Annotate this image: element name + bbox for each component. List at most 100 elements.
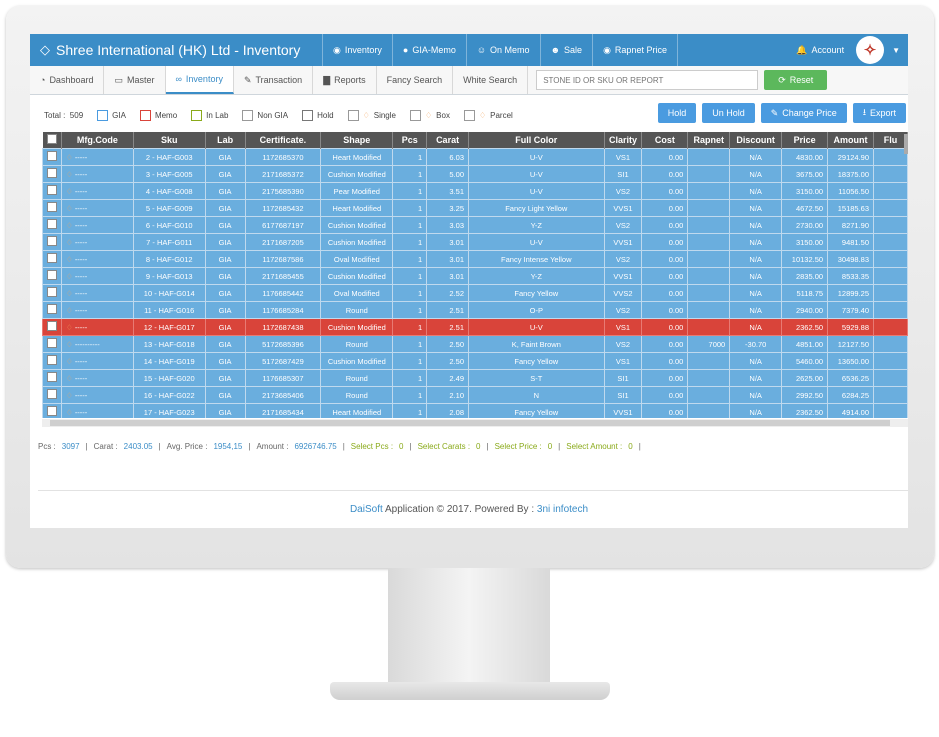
hold-button[interactable]: Hold xyxy=(657,103,697,123)
filter-single[interactable]: ♢ Single xyxy=(347,109,396,121)
filter-gia[interactable]: GIA xyxy=(97,109,126,121)
row-select-cell[interactable] xyxy=(42,318,62,336)
scrollbar-thumb[interactable] xyxy=(50,420,890,426)
checkbox[interactable] xyxy=(242,109,254,121)
reset-button[interactable]: ⟳ Reset xyxy=(764,70,828,90)
table-row[interactable]: ♢ ----- 12 - HAF-G017 GIA 1172687438 Cushion… xyxy=(42,318,908,336)
tab-master[interactable]: ▭ Master xyxy=(104,66,166,94)
select-all-header[interactable] xyxy=(42,132,62,149)
table-row[interactable]: ♢ ----- 8 - HAF-G012 GIA 1172687586 Oval Mod… xyxy=(42,250,908,268)
filter-hold[interactable]: Hold xyxy=(302,109,334,121)
tab-inventory[interactable]: ∞ Inventory xyxy=(165,66,234,94)
tab-fancy-search[interactable]: Fancy Search xyxy=(377,66,454,94)
filter-box[interactable]: ♢ Box xyxy=(409,109,450,121)
column-header-amount[interactable]: Amount xyxy=(827,132,875,149)
un-hold-button[interactable]: Un Hold xyxy=(702,103,755,123)
row-checkbox[interactable] xyxy=(47,321,57,331)
row-checkbox[interactable] xyxy=(47,355,57,365)
row-checkbox[interactable] xyxy=(47,287,57,297)
row-checkbox[interactable] xyxy=(47,304,57,314)
column-header-full-color[interactable]: Full Color xyxy=(468,132,605,149)
filter-memo[interactable]: Memo xyxy=(139,109,177,121)
vertical-scrollbar[interactable] xyxy=(904,134,908,154)
column-header-clarity[interactable]: Clarity xyxy=(604,132,643,149)
column-header-discount[interactable]: Discount xyxy=(729,132,783,149)
horizontal-scrollbar[interactable] xyxy=(42,419,908,427)
checkbox[interactable] xyxy=(409,109,421,121)
row-select-cell[interactable] xyxy=(42,216,62,234)
column-header-pcs[interactable]: Pcs xyxy=(392,132,428,149)
table-row[interactable]: ♢ ---------- 13 - HAF-G018 GIA 5172685396 Ro… xyxy=(42,335,908,353)
column-header-price[interactable]: Price xyxy=(781,132,829,149)
row-select-cell[interactable] xyxy=(42,233,62,251)
checkbox[interactable] xyxy=(139,109,151,121)
table-row[interactable]: ♢ ----- 3 - HAF-G005 GIA 2171685372 Cushion … xyxy=(42,165,908,183)
topnav-item-rapnet-price[interactable]: ◉ Rapnet Price xyxy=(592,34,678,66)
table-row[interactable]: ♢ ----- 17 - HAF-G023 GIA 2171685434 Heart M… xyxy=(42,403,908,418)
checkbox[interactable] xyxy=(97,109,109,121)
tab-reports[interactable]: ▇ Reports xyxy=(313,66,377,94)
topnav-item-sale[interactable]: ☻ Sale xyxy=(539,34,593,66)
tab-dashboard[interactable]: ◔ Dashboard xyxy=(30,66,105,94)
row-select-cell[interactable] xyxy=(42,284,62,302)
row-checkbox[interactable] xyxy=(47,338,57,348)
table-row[interactable]: ♢ ----- 16 - HAF-G022 GIA 2173685406 Round 1 2… xyxy=(42,386,908,404)
row-checkbox[interactable] xyxy=(47,236,57,246)
column-header-sku[interactable]: Sku xyxy=(133,132,206,149)
table-row[interactable]: ♢ ----- 2 - HAF-G003 GIA 1172685370 Heart Mo… xyxy=(42,148,908,166)
account-menu[interactable]: 🔔 Account ✧ ▼ xyxy=(796,34,908,66)
row-checkbox[interactable] xyxy=(47,406,57,416)
row-select-cell[interactable] xyxy=(42,182,62,200)
table-row[interactable]: ♢ ----- 5 - HAF-G009 GIA 1172685432 Heart Mo… xyxy=(42,199,908,217)
column-header-carat[interactable]: Carat xyxy=(426,132,469,149)
table-row[interactable]: ♢ ----- 9 - HAF-G013 GIA 2171685455 Cushion … xyxy=(42,267,908,285)
filter-parcel[interactable]: ♢ Parcel xyxy=(463,109,513,121)
checkbox[interactable] xyxy=(302,109,314,121)
row-checkbox[interactable] xyxy=(47,372,57,382)
row-select-cell[interactable] xyxy=(42,403,62,418)
footer-company-link[interactable]: 3ni infotech xyxy=(537,504,588,515)
export-button[interactable]: ⭳ Export xyxy=(852,103,906,123)
table-row[interactable]: ♢ ----- 11 - HAF-G016 GIA 1176685284 Round 1 2… xyxy=(42,301,908,319)
checkbox[interactable] xyxy=(347,109,359,121)
row-checkbox[interactable] xyxy=(47,270,57,280)
column-header-rapnet[interactable]: Rapnet xyxy=(687,132,731,149)
change-price-button[interactable]: ✎ Change Price xyxy=(760,103,847,123)
table-row[interactable]: ♢ ----- 14 - HAF-G019 GIA 5172687429 Cushion… xyxy=(42,352,908,370)
filter-in-lab[interactable]: In Lab xyxy=(191,109,228,121)
row-select-cell[interactable] xyxy=(42,301,62,319)
select-all-checkbox[interactable] xyxy=(46,134,57,144)
tab-white-search[interactable]: White Search xyxy=(453,66,529,94)
filter-non-gia[interactable]: Non GIA xyxy=(242,109,288,121)
column-header-shape[interactable]: Shape xyxy=(320,132,394,149)
row-checkbox[interactable] xyxy=(47,151,57,161)
checkbox[interactable] xyxy=(463,109,475,121)
row-select-cell[interactable] xyxy=(42,267,62,285)
row-select-cell[interactable] xyxy=(42,386,62,404)
row-select-cell[interactable] xyxy=(42,352,62,370)
row-select-cell[interactable] xyxy=(42,250,62,268)
row-checkbox[interactable] xyxy=(47,253,57,263)
row-checkbox[interactable] xyxy=(47,168,57,178)
column-header-certificate-[interactable]: Certificate. xyxy=(245,132,322,149)
row-select-cell[interactable] xyxy=(42,369,62,387)
table-row[interactable]: ♢ ----- 15 - HAF-G020 GIA 1176685307 Round 1 2… xyxy=(42,369,908,387)
column-header-flu[interactable]: Flu xyxy=(873,132,908,149)
table-row[interactable]: ♢ ----- 7 - HAF-G011 GIA 2171687205 Cushion … xyxy=(42,233,908,251)
checkbox[interactable] xyxy=(191,109,203,121)
column-header-lab[interactable]: Lab xyxy=(205,132,246,149)
row-select-cell[interactable] xyxy=(42,148,62,166)
row-checkbox[interactable] xyxy=(47,185,57,195)
row-checkbox[interactable] xyxy=(47,219,57,229)
row-checkbox[interactable] xyxy=(47,202,57,212)
table-row[interactable]: ♢ ----- 10 - HAF-G014 GIA 1176685442 Oval Mo… xyxy=(42,284,908,302)
search-input[interactable] xyxy=(536,70,759,90)
column-header-mfg-code[interactable]: Mfg.Code xyxy=(61,132,134,149)
row-select-cell[interactable] xyxy=(42,335,62,353)
table-row[interactable]: ♢ ----- 6 - HAF-G010 GIA 6177687197 Cushion … xyxy=(42,216,908,234)
row-select-cell[interactable] xyxy=(42,165,62,183)
topnav-item-on-memo[interactable]: ☺ On Memo xyxy=(465,34,540,66)
topnav-item-gia-memo[interactable]: ● GIA-Memo xyxy=(391,34,466,66)
tab-transaction[interactable]: ✎ Transaction xyxy=(234,66,314,94)
column-header-cost[interactable]: Cost xyxy=(641,132,689,149)
